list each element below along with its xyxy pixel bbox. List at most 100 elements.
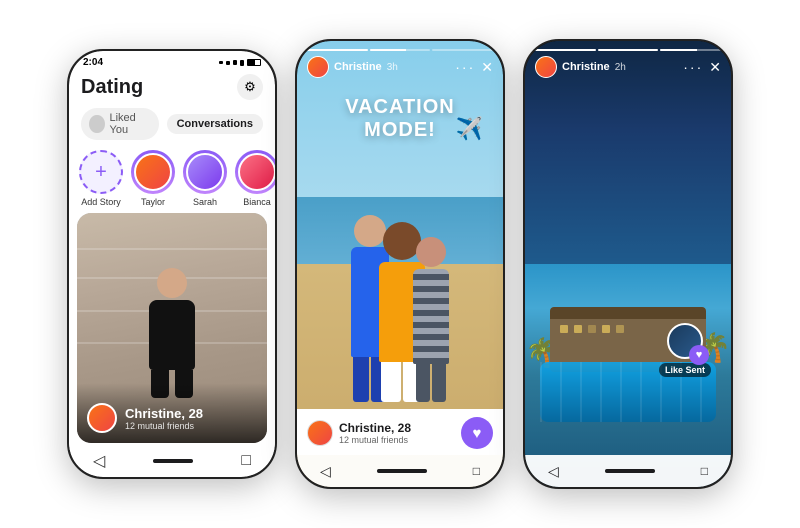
back-button-1[interactable]: ◁ bbox=[93, 451, 105, 471]
recents-button-3[interactable]: □ bbox=[701, 464, 708, 478]
phone-2: VACATION MODE! ✈️ Christine 3h bbox=[295, 39, 505, 489]
story2-bottom-overlay: Christine, 28 12 mutual friends ♥ bbox=[297, 409, 503, 455]
close-button-3[interactable]: ✕ bbox=[709, 59, 721, 76]
add-story-circle[interactable]: + bbox=[79, 150, 123, 194]
story2-info: Christine, 28 12 mutual friends bbox=[339, 421, 455, 445]
recents-button-2[interactable]: □ bbox=[473, 464, 480, 478]
like-heart-button-2[interactable]: ♥ bbox=[461, 417, 493, 449]
tab-conversations[interactable]: Conversations bbox=[167, 114, 263, 134]
story-top-row-2: Christine 3h ··· ✕ bbox=[307, 56, 493, 78]
profile-info: Christine, 28 12 mutual friends bbox=[125, 406, 203, 431]
story-bianca[interactable]: Bianca bbox=[235, 150, 275, 207]
story2-avatar-small bbox=[307, 420, 333, 446]
story-actions-2: ··· ✕ bbox=[455, 59, 493, 76]
friend3-leg-left bbox=[416, 364, 430, 402]
story-user-info-2: Christine 3h bbox=[307, 56, 398, 78]
story2-profile-name: Christine, 28 bbox=[339, 421, 455, 435]
close-button-2[interactable]: ✕ bbox=[481, 59, 493, 76]
sarah-label: Sarah bbox=[193, 197, 217, 207]
back-button-3[interactable]: ◁ bbox=[548, 463, 559, 480]
friends-group bbox=[297, 202, 503, 402]
friend3-leg-right bbox=[432, 364, 446, 402]
plus-icon: + bbox=[95, 161, 107, 184]
hotel-windows bbox=[560, 325, 624, 333]
main-profile-card[interactable]: Christine, 28 12 mutual friends bbox=[77, 213, 267, 443]
story-avatar-3 bbox=[535, 56, 557, 78]
story-header-2: Christine 3h ··· ✕ bbox=[297, 41, 503, 82]
settings-button[interactable]: ⚙ bbox=[237, 74, 263, 100]
signal-bar-1 bbox=[219, 61, 223, 64]
phone-1: 2:04 Dating ⚙ Lik bbox=[67, 49, 277, 479]
vacation-mode-label: VACATION MODE! bbox=[345, 96, 454, 141]
like-sent-avatar: ♥ bbox=[667, 323, 703, 359]
sarah-avatar bbox=[186, 153, 224, 191]
window-4 bbox=[602, 325, 610, 333]
stair-line-1 bbox=[77, 248, 267, 250]
window-5 bbox=[616, 325, 624, 333]
person-body bbox=[149, 300, 195, 370]
back-button-2[interactable]: ◁ bbox=[320, 463, 331, 480]
like-sent-heart-icon: ♥ bbox=[689, 345, 709, 365]
profile-name: Christine, 28 bbox=[125, 406, 203, 421]
story-header-3: Christine 2h ··· ✕ bbox=[525, 41, 731, 82]
home-indicator-3[interactable] bbox=[605, 469, 655, 473]
like-sent-label: Like Sent bbox=[659, 363, 711, 377]
time-display: 2:04 bbox=[83, 57, 103, 68]
story2-profile-row: Christine, 28 12 mutual friends ♥ bbox=[307, 417, 493, 449]
app-header: Dating ⚙ bbox=[69, 70, 275, 104]
window-1 bbox=[560, 325, 568, 333]
person-head bbox=[157, 268, 187, 298]
signal-bar-4 bbox=[240, 60, 244, 66]
taylor-label: Taylor bbox=[141, 197, 165, 207]
story-add[interactable]: + Add Story bbox=[79, 150, 123, 207]
story-taylor-circle[interactable] bbox=[131, 150, 175, 194]
tab-conversations-label: Conversations bbox=[177, 118, 253, 130]
christine-avatar-small bbox=[87, 403, 117, 433]
more-options-3[interactable]: ··· bbox=[683, 59, 703, 75]
progress-bar-empty-2 bbox=[432, 49, 493, 51]
taylor-avatar bbox=[134, 153, 172, 191]
profile-person bbox=[149, 268, 195, 398]
status-bar-1: 2:04 bbox=[69, 51, 275, 70]
progress-bar-filled-2 bbox=[307, 49, 368, 51]
stories-row: + Add Story Taylor Sarah bbox=[69, 144, 275, 213]
more-options-2[interactable]: ··· bbox=[455, 59, 475, 75]
story-username-2: Christine bbox=[334, 61, 382, 73]
story-avatar-2 bbox=[307, 56, 329, 78]
friend3-head bbox=[416, 237, 446, 267]
recents-button-1[interactable]: □ bbox=[241, 452, 251, 470]
story-username-3: Christine bbox=[562, 61, 610, 73]
friend2-leg-left bbox=[381, 362, 401, 402]
tab-liked-you[interactable]: Liked You bbox=[81, 108, 159, 140]
story-time-3: 2h bbox=[615, 62, 626, 73]
window-3 bbox=[588, 325, 596, 333]
progress-bar-filled2-3 bbox=[598, 49, 659, 51]
home-indicator-1[interactable] bbox=[153, 459, 193, 463]
gear-icon: ⚙ bbox=[244, 79, 256, 95]
friend-3 bbox=[413, 237, 449, 402]
window-2 bbox=[574, 325, 582, 333]
liked-you-avatar bbox=[89, 115, 105, 133]
battery-icon bbox=[247, 59, 261, 66]
bottom-nav-3: ◁ □ bbox=[525, 455, 731, 487]
friend3-body bbox=[413, 269, 449, 364]
phones-container: 2:04 Dating ⚙ Lik bbox=[47, 19, 753, 509]
phone3-screen: 🌴 🌴 🌴 🌴 bbox=[525, 41, 731, 487]
story2-mutual: 12 mutual friends bbox=[339, 435, 455, 445]
progress-bar-active-3 bbox=[660, 49, 721, 51]
signal-bar-2 bbox=[226, 61, 230, 65]
story-top-row-3: Christine 2h ··· ✕ bbox=[535, 56, 721, 78]
story-sarah[interactable]: Sarah bbox=[183, 150, 227, 207]
story-user-info-3: Christine 2h bbox=[535, 56, 626, 78]
add-story-label: Add Story bbox=[81, 197, 121, 207]
resort-bg: 🌴 🌴 🌴 🌴 bbox=[525, 41, 731, 487]
bottom-nav-1: ◁ □ bbox=[69, 443, 275, 475]
tab-liked-label: Liked You bbox=[110, 112, 151, 136]
bianca-avatar bbox=[238, 153, 275, 191]
friend3-legs bbox=[416, 364, 446, 402]
story-taylor[interactable]: Taylor bbox=[131, 150, 175, 207]
story-sarah-circle[interactable] bbox=[183, 150, 227, 194]
home-indicator-2[interactable] bbox=[377, 469, 427, 473]
story-bianca-circle[interactable] bbox=[235, 150, 275, 194]
heart-sent-icon: ♥ bbox=[696, 349, 703, 361]
